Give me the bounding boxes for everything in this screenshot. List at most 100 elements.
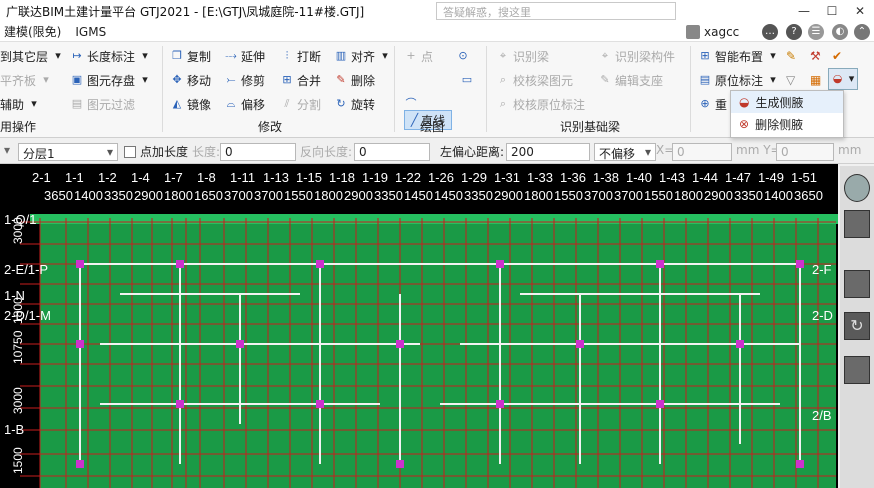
save-element-button[interactable]: ▣ 图元存盘 ▾ — [70, 70, 152, 90]
split-button[interactable]: ⫽ 分割 — [280, 94, 321, 114]
column-marker — [76, 340, 84, 348]
break-button[interactable]: ⫶ 打断 — [280, 46, 321, 66]
offset-button[interactable]: ⌓ 偏移 — [224, 94, 265, 114]
delete-label: 删除 — [351, 73, 376, 88]
table-icon[interactable]: ▦ — [810, 70, 821, 90]
reverse-length-label: 反向长度: — [300, 145, 353, 159]
reverse-length-input[interactable]: 0 — [354, 143, 430, 161]
drawing-canvas[interactable]: 2-1 1-1 1-2 1-4 1-7 1-8 1-11 1-13 1-15 1-18 1-19 1-… — [0, 164, 838, 488]
collapse-ribbon-icon[interactable]: ⌃ — [854, 24, 870, 40]
y-input[interactable]: 0 — [776, 143, 834, 161]
column-marker — [316, 260, 324, 268]
offset-mode-select[interactable]: 不偏移 ▾ — [594, 143, 656, 161]
add-length-checkbox[interactable] — [124, 146, 136, 158]
flat-slab-button[interactable]: 平齐板 ▾ — [0, 70, 53, 90]
view-sphere-icon[interactable] — [844, 174, 870, 202]
merge-button[interactable]: ⊞ 合并 — [280, 70, 321, 90]
column-marker — [656, 260, 664, 268]
check-beam-button[interactable]: ⌕ 校核梁图元 — [496, 70, 573, 90]
fill-icon[interactable]: ▽ — [786, 70, 795, 90]
rotate-button[interactable]: ↻ 旋转 — [334, 94, 375, 114]
close-button[interactable]: ✕ — [846, 0, 874, 22]
column-marker — [736, 340, 744, 348]
group-modify-label: 修改 — [258, 120, 283, 134]
identify-icon: ⌖ — [499, 49, 507, 62]
in-situ-label-button[interactable]: ▤ 原位标注 ▾ — [698, 70, 780, 90]
copy-to-other-floor-button[interactable]: 到其它层 ▾ — [0, 46, 65, 66]
extend-label: 延伸 — [241, 49, 266, 64]
left-offset-input[interactable]: 200 — [506, 143, 590, 161]
axis-dim-top: 2900 — [494, 188, 523, 203]
rotate-point-button[interactable]: ⊙ — [456, 46, 470, 66]
check-mark-icon[interactable]: ✔ — [832, 46, 842, 66]
column-marker — [76, 260, 84, 268]
smart-layout-icon: ⊞ — [700, 49, 710, 62]
menu-item-delete-haunch[interactable]: ⊗ 删除侧腋 — [731, 113, 843, 135]
check-icon: ⌕ — [499, 97, 507, 110]
circle-point-icon: ⊙ — [458, 49, 468, 62]
floor-plan-svg[interactable]: 2-1 1-1 1-2 1-4 1-7 1-8 1-11 1-13 1-15 1-18 1-19 1-… — [0, 164, 838, 488]
rotate-view-icon[interactable]: ↻ — [844, 312, 870, 340]
move-button[interactable]: ✥ 移动 — [170, 70, 211, 90]
menu-item-generate-haunch[interactable]: ◒ 生成侧腋 — [731, 91, 843, 113]
chevron-down-icon: ▾ — [142, 49, 148, 62]
x-input[interactable]: 0 — [672, 143, 732, 161]
check-label-button[interactable]: ⌕ 校核原位标注 — [496, 94, 585, 114]
chevron-down-icon[interactable]: ▾ — [4, 143, 10, 157]
align-button[interactable]: ▥ 对齐 ▾ — [334, 46, 392, 66]
check-beam-label: 校核梁图元 — [513, 73, 574, 88]
minimize-button[interactable]: — — [790, 0, 818, 22]
column-marker — [576, 340, 584, 348]
floor-select[interactable]: 分层1 ▾ — [18, 143, 118, 161]
axis-dim-left: 1800 — [11, 297, 25, 324]
identify-beam-rebar-button[interactable]: ⌖ 识别梁构件 — [598, 46, 675, 66]
side-haunch-dropdown-button[interactable]: ◒ ▾ — [828, 68, 858, 90]
element-filter-button[interactable]: ▤ 图元过滤 — [70, 94, 135, 114]
column-marker — [796, 460, 804, 468]
column-marker — [76, 460, 84, 468]
axis-label-top: 1-36 — [560, 170, 586, 185]
axis-dim-left: 1500 — [11, 447, 25, 474]
edit-support-icon: ✎ — [600, 73, 610, 86]
auxiliary-button[interactable]: 辅助 ▾ — [0, 94, 41, 114]
maximize-button[interactable]: ☐ — [818, 0, 846, 22]
mirror-button[interactable]: ◭ 镜像 — [170, 94, 211, 114]
smart-layout-button[interactable]: ⊞ 智能布置 ▾ — [698, 46, 780, 66]
rect-button[interactable]: ▭ — [460, 70, 474, 90]
redo-button[interactable]: ⊕ 重 — [698, 94, 727, 114]
length-label: 长度: — [192, 145, 221, 159]
arc-button[interactable]: ⌒ — [404, 94, 418, 114]
extend-button[interactable]: ⤏ 延伸 — [224, 46, 265, 66]
trim-button[interactable]: ⤚ 修剪 — [224, 70, 265, 90]
pen-icon[interactable]: ✎ — [786, 46, 796, 66]
message-icon[interactable]: … — [762, 24, 778, 40]
left-offset-label: 左偏心距离: — [440, 145, 505, 159]
menu-item-label: 生成侧腋 — [755, 95, 804, 110]
identify-beam-button[interactable]: ⌖ 识别梁 — [496, 46, 549, 66]
view-cube-icon[interactable] — [844, 270, 870, 298]
tool-icon[interactable]: ⚒ — [810, 46, 821, 66]
menu-igms[interactable]: IGMS — [71, 25, 116, 39]
haunch-delete-icon: ⊗ — [739, 117, 750, 131]
axis-dim-top: 1800 — [524, 188, 553, 203]
layer-view-icon[interactable] — [844, 356, 870, 384]
axis-dim-top: 1450 — [404, 188, 433, 203]
help-icon[interactable]: ? — [786, 24, 802, 40]
search-input[interactable]: 答疑解惑，搜这里 — [436, 2, 676, 20]
length-label-button[interactable]: ↦ 长度标注 ▾ — [70, 46, 152, 66]
menu-modeling[interactable]: 建模(限免) — [0, 23, 71, 40]
length-input[interactable]: 0 — [220, 143, 296, 161]
save-element-text: 图元存盘 — [87, 73, 136, 88]
axis-label-top: 1-7 — [164, 170, 183, 185]
delete-button[interactable]: ✎ 删除 — [334, 70, 375, 90]
edit-support-button[interactable]: ✎ 编辑支座 — [598, 70, 663, 90]
user-area[interactable]: xagcc — [686, 22, 739, 42]
axis-dim-top: 1550 — [554, 188, 583, 203]
group-common-ops-label: 用操作 — [0, 120, 37, 134]
skin-icon[interactable]: ◐ — [832, 24, 848, 40]
settings-icon[interactable]: ☰ — [808, 24, 824, 40]
view-3d-icon[interactable] — [844, 210, 870, 238]
copy-button[interactable]: ❐ 复制 — [170, 46, 211, 66]
axis-dim-top: 1400 — [764, 188, 793, 203]
point-button[interactable]: + 点 — [404, 46, 433, 66]
